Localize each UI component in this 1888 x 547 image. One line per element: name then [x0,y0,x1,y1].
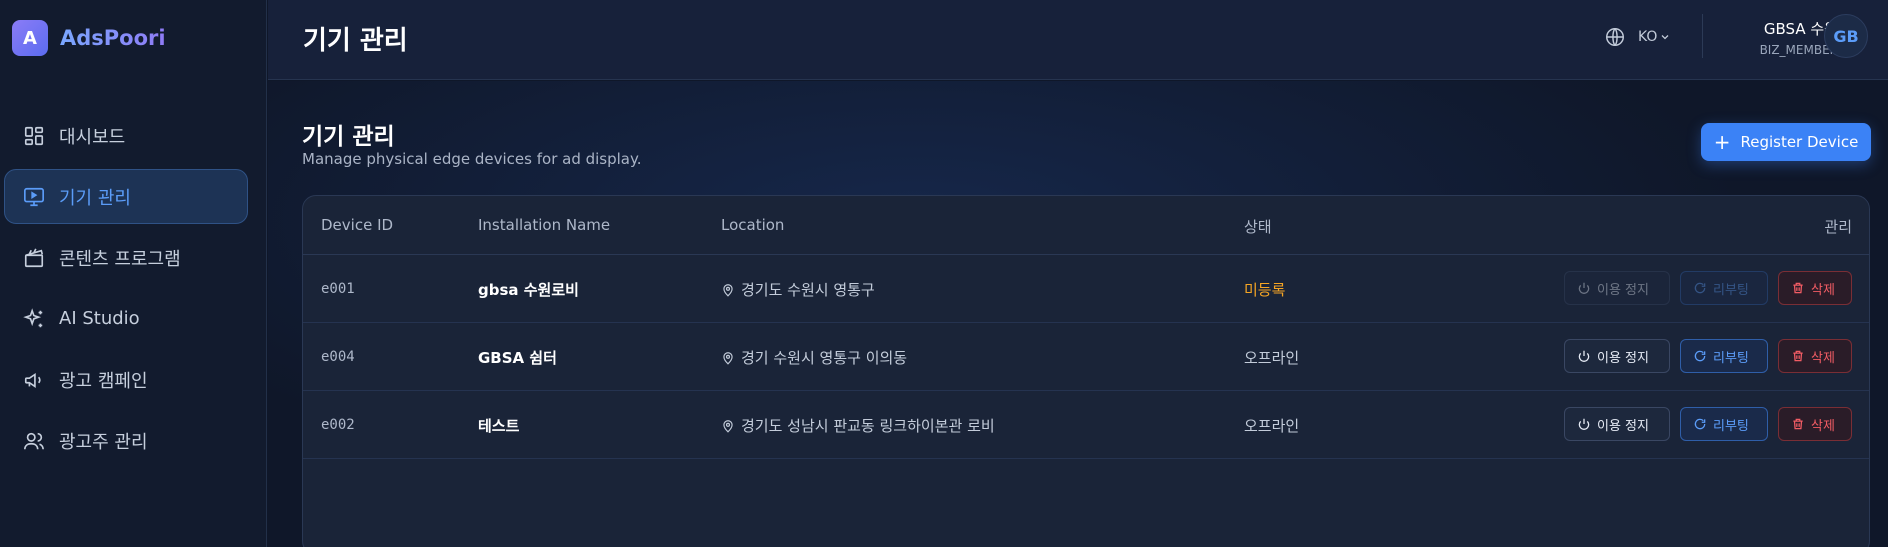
user-name: GBSA 수원 [1763,20,1838,38]
sidebar-item-devices[interactable]: 기기 관리 [4,169,248,224]
row-actions: 이용 정지 리부팅 삭제 [1564,339,1852,373]
trash-icon [1793,418,1803,430]
sidebar-nav: 대시보드 기기 관리 콘텐츠 프로그램 AI Studio 광고 캠페인 광고주… [4,108,248,474]
location-text: 경기도 성남시 판교동 링크하이본관 로비 [741,417,995,435]
sidebar-item-advertisers[interactable]: 광고주 관리 [4,413,248,468]
chevron-down-icon [1661,35,1669,40]
power-icon [1578,350,1590,362]
trash-icon [1793,282,1803,294]
register-device-label: Register Device [1740,133,1859,151]
language-selector[interactable]: KO [1604,26,1671,48]
location-text: 경기도 수원시 영통구 [741,281,875,299]
reboot-label: 리부팅 [1713,418,1749,434]
reboot-button[interactable]: 리부팅 [1680,407,1768,441]
column-installation-name: Installation Name [478,216,611,234]
status-badge: 미등록 [1244,281,1286,299]
delete-label: 삭제 [1811,418,1835,434]
sidebar-item-label: 광고 캠페인 [59,370,148,392]
brand[interactable]: A AdsPoori [12,20,166,56]
row-actions: 이용 정지 리부팅 삭제 [1564,407,1852,441]
location: 경기도 수원시 영통구 [721,279,875,300]
column-device-id: Device ID [321,216,394,234]
refresh-icon [1694,282,1706,294]
sidebar-item-campaigns[interactable]: 광고 캠페인 [4,352,248,407]
column-location: Location [721,216,785,234]
globe-icon [1606,28,1624,46]
monitor-play-icon [23,186,45,208]
user-info[interactable]: GBSA 수원 BIZ_MEMBER [1728,18,1838,57]
brand-logo: A [12,20,48,56]
power-icon [1578,418,1590,430]
table-header: Device ID Installation Name Location 상태 … [303,196,1869,255]
delete-button[interactable]: 삭제 [1778,339,1852,373]
table-row: e001 gbsa 수원로비 경기도 수원시 영통구 미등록 이용 정지 리부팅… [303,255,1869,323]
suspend-label: 이용 정지 [1597,350,1649,366]
sidebar-item-label: 콘텐츠 프로그램 [59,248,181,270]
device-id: e001 [321,281,355,297]
suspend-button[interactable]: 이용 정지 [1564,271,1670,305]
dashboard-icon [23,125,45,147]
sidebar-item-label: AI Studio [59,308,140,329]
map-pin-icon [723,351,733,365]
reboot-label: 리부팅 [1713,350,1749,366]
header-title: 기기 관리 [303,26,408,56]
installation-name: GBSA 쉼터 [478,349,557,367]
delete-button[interactable]: 삭제 [1778,271,1852,305]
table-row: e002 테스트 경기도 성남시 판교동 링크하이본관 로비 오프라인 이용 정… [303,391,1869,459]
status-badge: 오프라인 [1244,349,1300,367]
suspend-label: 이용 정지 [1597,418,1649,434]
suspend-button[interactable]: 이용 정지 [1564,339,1670,373]
clapperboard-icon [23,247,45,269]
row-actions: 이용 정지 리부팅 삭제 [1564,271,1852,305]
map-pin-icon [723,283,733,297]
megaphone-icon [23,369,45,391]
location: 경기도 성남시 판교동 링크하이본관 로비 [721,415,995,436]
refresh-icon [1694,350,1706,362]
delete-button[interactable]: 삭제 [1778,407,1852,441]
sidebar: A AdsPoori 대시보드 기기 관리 콘텐츠 프로그램 AI Studio… [0,0,267,547]
status-badge: 오프라인 [1244,417,1300,435]
location-text: 경기 수원시 영통구 이의동 [741,349,908,367]
trash-icon [1793,350,1803,362]
delete-label: 삭제 [1811,282,1835,298]
power-icon [1578,282,1590,294]
user-role: BIZ_MEMBER [1759,43,1838,57]
reboot-label: 리부팅 [1713,282,1749,298]
register-device-button[interactable]: + Register Device [1701,123,1871,161]
devices-table: Device ID Installation Name Location 상태 … [302,195,1870,547]
header-divider [1702,14,1703,58]
users-icon [23,430,45,452]
sidebar-item-label: 광고주 관리 [59,431,148,453]
device-id: e002 [321,417,355,433]
delete-label: 삭제 [1811,350,1835,366]
page-title: 기기 관리 [302,124,395,150]
top-header: 기기 관리 KO GBSA 수원 BIZ_MEMBER GB [268,0,1888,80]
sparkles-icon [23,307,45,330]
location: 경기 수원시 영통구 이의동 [721,347,907,368]
refresh-icon [1694,418,1706,430]
page-subtitle: Manage physical edge devices for ad disp… [302,150,642,168]
sidebar-item-dashboard[interactable]: 대시보드 [4,108,248,163]
avatar[interactable]: GB [1824,14,1868,58]
column-status: 상태 [1244,218,1272,236]
sidebar-item-label: 기기 관리 [59,187,131,209]
reboot-button[interactable]: 리부팅 [1680,339,1768,373]
language-label: KO [1638,29,1658,45]
reboot-button[interactable]: 리부팅 [1680,271,1768,305]
suspend-button[interactable]: 이용 정지 [1564,407,1670,441]
sidebar-item-content[interactable]: 콘텐츠 프로그램 [4,230,248,285]
plus-icon: + [1713,130,1731,154]
device-id: e004 [321,349,355,365]
table-row: e004 GBSA 쉼터 경기 수원시 영통구 이의동 오프라인 이용 정지 리… [303,323,1869,391]
brand-name: AdsPoori [60,26,166,50]
suspend-label: 이용 정지 [1597,282,1649,298]
sidebar-item-ai-studio[interactable]: AI Studio [4,291,248,346]
column-manage: 관리 [1824,218,1852,236]
map-pin-icon [723,419,733,433]
sidebar-item-label: 대시보드 [59,126,126,148]
installation-name: 테스트 [478,417,520,435]
installation-name: gbsa 수원로비 [478,281,579,299]
